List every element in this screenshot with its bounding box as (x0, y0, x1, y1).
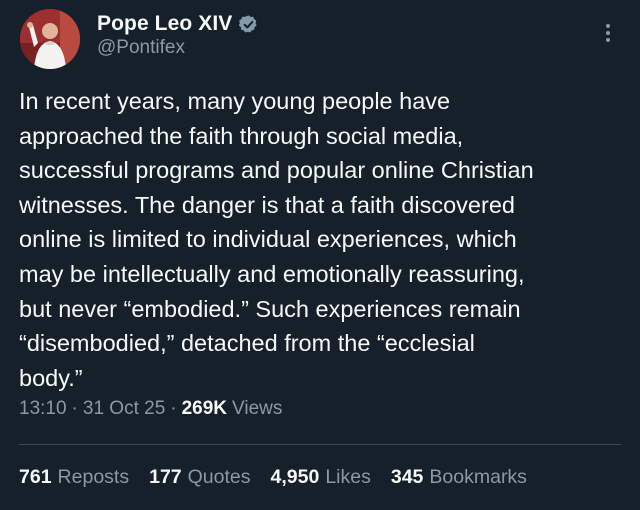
more-options-icon[interactable] (596, 18, 620, 48)
more-dot (606, 38, 610, 42)
tweet-card: Pope Leo XIV @Pontifex In recent years, … (0, 0, 640, 510)
stat-label: Quotes (187, 466, 251, 488)
avatar[interactable] (20, 9, 80, 69)
stat-count: 345 (390, 466, 424, 488)
tweet-time[interactable]: 13:10 (19, 398, 67, 420)
name-row: Pope Leo XIV (97, 9, 259, 39)
tweet-date[interactable]: 31 Oct 25 (83, 398, 165, 420)
tweet-meta: 13:10 · 31 Oct 25 · 269K Views (19, 398, 282, 420)
stat-label: Reposts (57, 466, 130, 488)
more-dot (606, 31, 610, 35)
stat-count: 177 (149, 466, 182, 488)
stat-label: Likes (325, 466, 371, 488)
stat-bookmarks[interactable]: 345 Bookmarks (391, 466, 527, 489)
tweet-text: In recent years, many young people have … (19, 88, 534, 391)
display-name[interactable]: Pope Leo XIV (97, 12, 232, 36)
verified-badge-icon[interactable] (238, 14, 259, 35)
stat-quotes[interactable]: 177 Quotes (149, 466, 250, 489)
divider (19, 444, 621, 445)
engagement-stats: 761 Reposts 177 Quotes 4,950 Likes 345 B… (19, 466, 527, 489)
views-count: 269K (181, 398, 228, 419)
meta-separator: · (71, 398, 78, 419)
meta-separator: · (170, 398, 177, 419)
views-label: Views (232, 398, 283, 419)
more-dot (606, 24, 610, 28)
stat-likes[interactable]: 4,950 Likes (271, 466, 371, 489)
stat-label: Bookmarks (429, 466, 527, 488)
stat-count: 4,950 (270, 466, 320, 488)
stat-reposts[interactable]: 761 Reposts (19, 466, 129, 489)
avatar-photo (20, 9, 80, 69)
user-handle[interactable]: @Pontifex (97, 37, 185, 59)
stat-count: 761 (19, 466, 52, 488)
